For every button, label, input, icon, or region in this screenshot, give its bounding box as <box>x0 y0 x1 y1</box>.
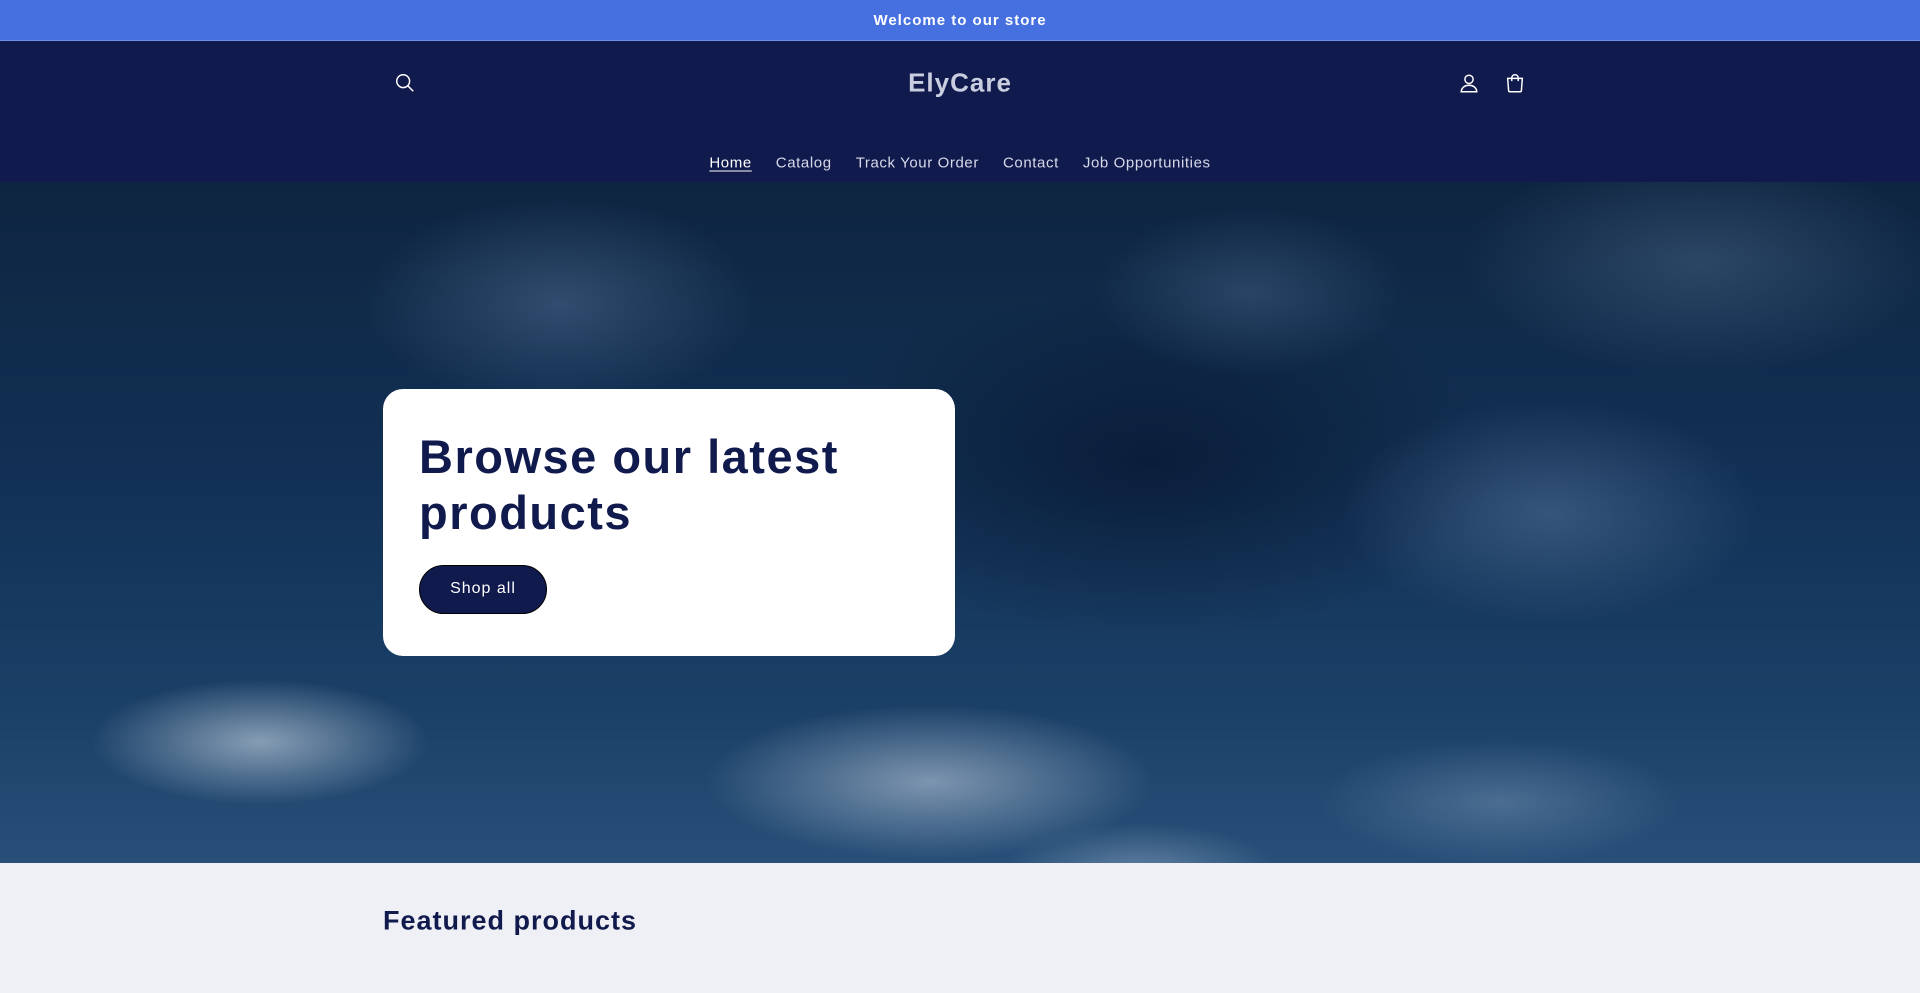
header-actions <box>1447 61 1537 105</box>
search-button[interactable] <box>383 61 427 105</box>
account-button[interactable] <box>1447 61 1491 105</box>
nav-item-contact[interactable]: Contact <box>991 149 1071 178</box>
nav-label: Job Opportunities <box>1082 154 1211 172</box>
cart-icon <box>1506 74 1524 93</box>
featured-products-section: Featured products <box>0 863 1920 993</box>
nav-label: Catalog <box>775 154 832 172</box>
featured-title: Featured products <box>383 905 638 936</box>
hero-title: Browse our latest products <box>419 430 839 540</box>
shop-all-button[interactable]: Shop all <box>419 564 547 614</box>
user-icon <box>1460 74 1478 93</box>
site-header: ElyCare Home Catalog Track Your Order Co… <box>0 41 1920 182</box>
nav-item-jobs[interactable]: Job Opportunities <box>1071 149 1223 178</box>
announcement-bar: Welcome to our store <box>0 0 1920 41</box>
announcement-text: Welcome to our store <box>873 11 1047 29</box>
cart-button[interactable] <box>1493 61 1537 105</box>
search-icon <box>396 74 414 92</box>
site-logo[interactable]: ElyCare <box>908 68 1012 99</box>
nav-label: Track Your Order <box>855 154 979 172</box>
nav-label: Home <box>709 154 752 172</box>
main-nav: Home Catalog Track Your Order Contact Jo… <box>0 149 1920 178</box>
hero-card: Browse our latest products Shop all <box>383 389 955 656</box>
nav-item-home[interactable]: Home <box>697 149 763 178</box>
hero-banner: Browse our latest products Shop all <box>0 182 1920 863</box>
nav-item-catalog[interactable]: Catalog <box>764 149 844 178</box>
nav-item-track-order[interactable]: Track Your Order <box>844 149 991 178</box>
nav-label: Contact <box>1002 154 1059 172</box>
